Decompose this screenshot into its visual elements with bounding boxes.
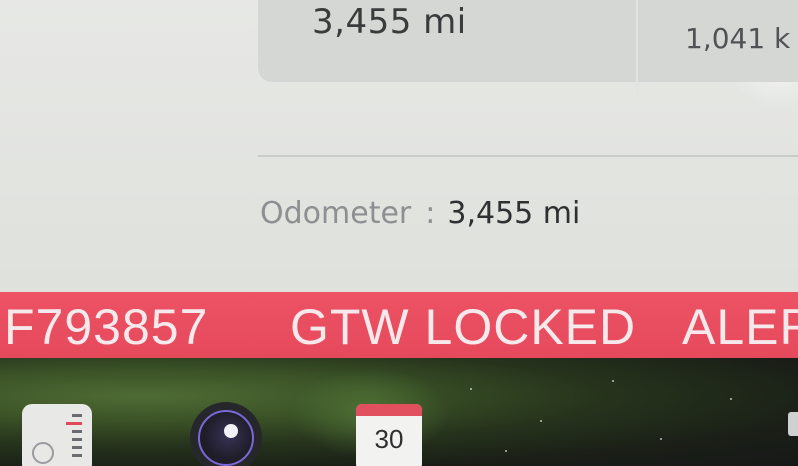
- odometer-value: 3,455 mi: [447, 196, 581, 231]
- dust-speck: [505, 450, 507, 452]
- gauge-tick: [72, 446, 82, 449]
- section-divider: [258, 155, 798, 157]
- calendar-icon[interactable]: 30: [356, 404, 422, 466]
- dust-speck: [470, 388, 472, 390]
- alert-message-overflow: ALER: [682, 299, 798, 355]
- gauge-tick: [72, 438, 82, 441]
- camera-icon[interactable]: [190, 402, 262, 466]
- gauge-tick: [72, 454, 82, 457]
- dust-speck: [730, 398, 732, 400]
- app-dock: 30: [0, 358, 798, 466]
- energy-gauge-icon[interactable]: [22, 404, 92, 466]
- calendar-day: 30: [374, 424, 404, 454]
- partial-app-icon[interactable]: [788, 412, 798, 436]
- camera-lens-icon: [224, 424, 238, 438]
- dust-speck: [660, 438, 662, 440]
- trip-secondary-value: 1,041 k: [685, 22, 791, 55]
- odometer-row: Odometer:3,455 mi: [260, 196, 580, 231]
- alert-code: F793857: [4, 299, 209, 355]
- camera-ring: [198, 410, 254, 466]
- gauge-tick: [72, 430, 82, 433]
- trip-distance-value: 3,455 mi: [312, 2, 467, 42]
- energy-dial-icon: [32, 442, 54, 464]
- odometer-colon: :: [425, 196, 436, 231]
- alert-banner[interactable]: F793857 GTW LOCKED ALER: [0, 292, 798, 358]
- energy-gauge-bars: [66, 414, 82, 464]
- gauge-tick-red: [66, 422, 82, 425]
- gauge-tick: [72, 414, 82, 417]
- calendar-header: [356, 404, 422, 416]
- dust-speck: [612, 380, 614, 382]
- odometer-label: Odometer: [260, 196, 412, 231]
- vehicle-display: 3,455 mi 1,041 k Odometer:3,455 mi F7938…: [0, 0, 798, 466]
- alert-message: GTW LOCKED: [290, 299, 637, 355]
- trip-card-divider: [636, 0, 638, 98]
- dust-speck: [540, 420, 542, 422]
